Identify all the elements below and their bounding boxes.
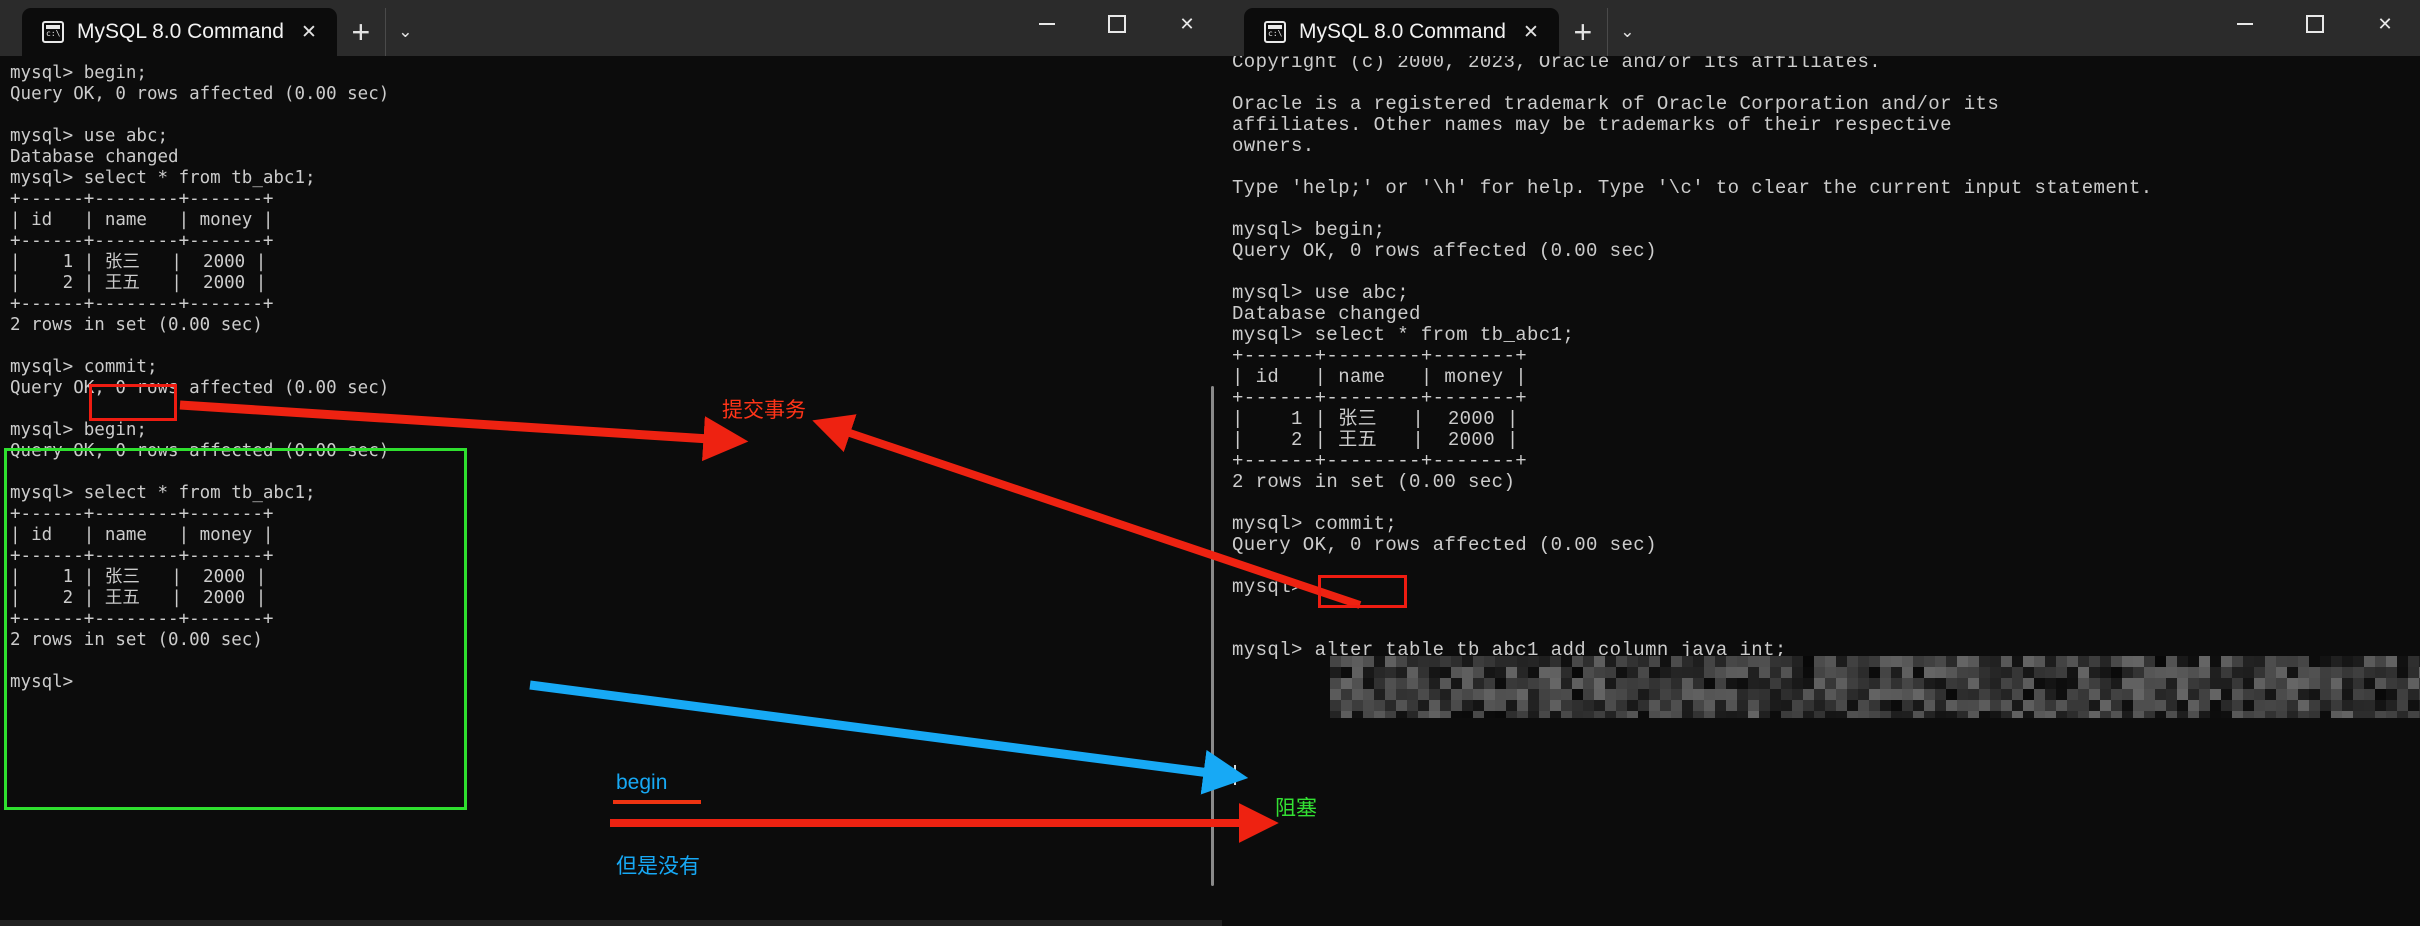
- terminal-line: mysql> use abc;: [10, 126, 1222, 147]
- terminal-line: +------+--------+-------+: [10, 504, 1222, 525]
- terminal-line: Query OK, 0 rows affected (0.00 sec): [1232, 535, 2420, 556]
- minimize-button[interactable]: [2210, 0, 2280, 48]
- terminal-line: Oracle is a registered trademark of Orac…: [1232, 94, 2420, 115]
- close-icon[interactable]: ✕: [297, 21, 321, 44]
- tab-mysql-left[interactable]: MySQL 8.0 Command ✕: [22, 8, 337, 56]
- tab-title: MySQL 8.0 Command: [77, 20, 284, 44]
- tab-mysql-right[interactable]: MySQL 8.0 Command ✕: [1244, 8, 1559, 56]
- terminal-line: Copyright (c) 2000, 2023, Oracle and/or …: [1232, 56, 2420, 73]
- terminal-line: Query OK, 0 rows affected (0.00 sec): [10, 378, 1222, 399]
- new-tab-button[interactable]: +: [337, 8, 385, 56]
- terminal-line: [10, 651, 1222, 672]
- terminal-line: | 2 | 王五 | 2000 |: [10, 588, 1222, 609]
- terminal-line: Query OK, 0 rows affected (0.00 sec): [10, 84, 1222, 105]
- terminal-line: [10, 462, 1222, 483]
- terminal-line: affiliates. Other names may be trademark…: [1232, 115, 2420, 136]
- terminal-line: mysql> commit;: [1232, 514, 2420, 535]
- terminal-line: +------+--------+-------+: [10, 189, 1222, 210]
- terminal-line: 2 rows in set (0.00 sec): [1232, 472, 2420, 493]
- terminal-body-right[interactable]: Copyright (c) 2000, 2023, Oracle and/or …: [1222, 56, 2420, 926]
- terminal-line: mysql> select * from tb_abc1;: [10, 168, 1222, 189]
- terminal-line: [1232, 199, 2420, 220]
- terminal-line: +------+--------+-------+: [10, 294, 1222, 315]
- terminal-line: owners.: [1232, 136, 2420, 157]
- terminal-line: mysql> commit;: [10, 357, 1222, 378]
- terminal-line: [1232, 619, 2420, 640]
- terminal-line: | 1 | 张三 | 2000 |: [10, 252, 1222, 273]
- new-tab-button[interactable]: +: [1559, 8, 1607, 56]
- titlebar-left[interactable]: MySQL 8.0 Command ✕ + ⌄ ✕: [0, 0, 1222, 56]
- terminal-line: +------+--------+-------+: [10, 546, 1222, 567]
- terminal-line: [1232, 157, 2420, 178]
- terminal-line: | id | name | money |: [10, 210, 1222, 231]
- terminal-line: mysql> begin;: [1232, 220, 2420, 241]
- terminal-line: | 2 | 王五 | 2000 |: [10, 273, 1222, 294]
- terminal-line: mysql> select * from tb_abc1;: [1232, 325, 2420, 346]
- terminal-output-left: mysql> begin; Query OK, 0 rows affected (…: [10, 63, 1222, 693]
- maximize-button[interactable]: [1082, 0, 1152, 48]
- terminal-line: 2 rows in set (0.00 sec): [10, 630, 1222, 651]
- chevron-down-icon[interactable]: ⌄: [1607, 8, 1647, 56]
- terminal-line: Query OK, 0 rows affected (0.00 sec): [1232, 241, 2420, 262]
- window-controls-left[interactable]: ✕: [1012, 0, 1222, 48]
- terminal-line: mysql>: [1232, 577, 2420, 598]
- close-icon[interactable]: ✕: [1519, 21, 1543, 44]
- terminal-line: [1232, 493, 2420, 514]
- terminal-line: [1232, 73, 2420, 94]
- terminal-output-right: Copyright (c) 2000, 2023, Oracle and/or …: [1232, 56, 2420, 661]
- chevron-down-icon[interactable]: ⌄: [385, 8, 425, 56]
- terminal-line: +------+--------+-------+: [10, 609, 1222, 630]
- terminal-icon: [1264, 21, 1286, 43]
- maximize-button[interactable]: [2280, 0, 2350, 48]
- scrollbar-left[interactable]: [1211, 386, 1214, 886]
- terminal-window-left[interactable]: MySQL 8.0 Command ✕ + ⌄ ✕ mysql> begin;Q…: [0, 0, 1222, 920]
- window-close-button[interactable]: ✕: [1152, 0, 1222, 48]
- window-close-button[interactable]: ✕: [2350, 0, 2420, 48]
- terminal-line: mysql> select * from tb_abc1;: [10, 483, 1222, 504]
- terminal-line: mysql> begin;: [10, 63, 1222, 84]
- minimize-button[interactable]: [1012, 0, 1082, 48]
- terminal-line: [1232, 556, 2420, 577]
- terminal-line: | 1 | 张三 | 2000 |: [1232, 409, 2420, 430]
- terminal-line: +------+--------+-------+: [1232, 451, 2420, 472]
- terminal-window-right[interactable]: MySQL 8.0 Command ✕ + ⌄ ✕ Copyright (c) …: [1222, 0, 2420, 926]
- terminal-body-left[interactable]: mysql> begin; Query OK, 0 rows affected (…: [0, 56, 1222, 920]
- terminal-line: +------+--------+-------+: [1232, 388, 2420, 409]
- terminal-line: +------+--------+-------+: [1232, 346, 2420, 367]
- terminal-line: | id | name | money |: [1232, 367, 2420, 388]
- terminal-line: | id | name | money |: [10, 525, 1222, 546]
- terminal-line: Database changed: [1232, 304, 2420, 325]
- terminal-line: [1232, 598, 2420, 619]
- terminal-line: +------+--------+-------+: [10, 231, 1222, 252]
- terminal-line: [10, 105, 1222, 126]
- terminal-line: Query OK, 0 rows affected (0.00 sec): [10, 441, 1222, 462]
- redacted-text-block: [1330, 656, 2420, 718]
- terminal-line: 2 rows in set (0.00 sec): [10, 315, 1222, 336]
- window-controls-right[interactable]: ✕: [2210, 0, 2420, 48]
- terminal-line: mysql> begin;: [10, 420, 1222, 441]
- screen: MySQL 8.0 Command ✕ + ⌄ ✕ mysql> begin;Q…: [0, 0, 2420, 926]
- titlebar-right[interactable]: MySQL 8.0 Command ✕ + ⌄ ✕: [1222, 0, 2420, 56]
- terminal-line: [10, 336, 1222, 357]
- terminal-line: mysql> use abc;: [1232, 283, 2420, 304]
- tab-title: MySQL 8.0 Command: [1299, 20, 1506, 44]
- text-cursor: [1234, 765, 1236, 785]
- terminal-line: mysql>: [10, 672, 1222, 693]
- terminal-line: | 1 | 张三 | 2000 |: [10, 567, 1222, 588]
- terminal-icon: [42, 21, 64, 43]
- terminal-line: Type 'help;' or '\h' for help. Type '\c'…: [1232, 178, 2420, 199]
- terminal-line: [1232, 262, 2420, 283]
- terminal-line: [10, 399, 1222, 420]
- terminal-line: Database changed: [10, 147, 1222, 168]
- terminal-line: | 2 | 王五 | 2000 |: [1232, 430, 2420, 451]
